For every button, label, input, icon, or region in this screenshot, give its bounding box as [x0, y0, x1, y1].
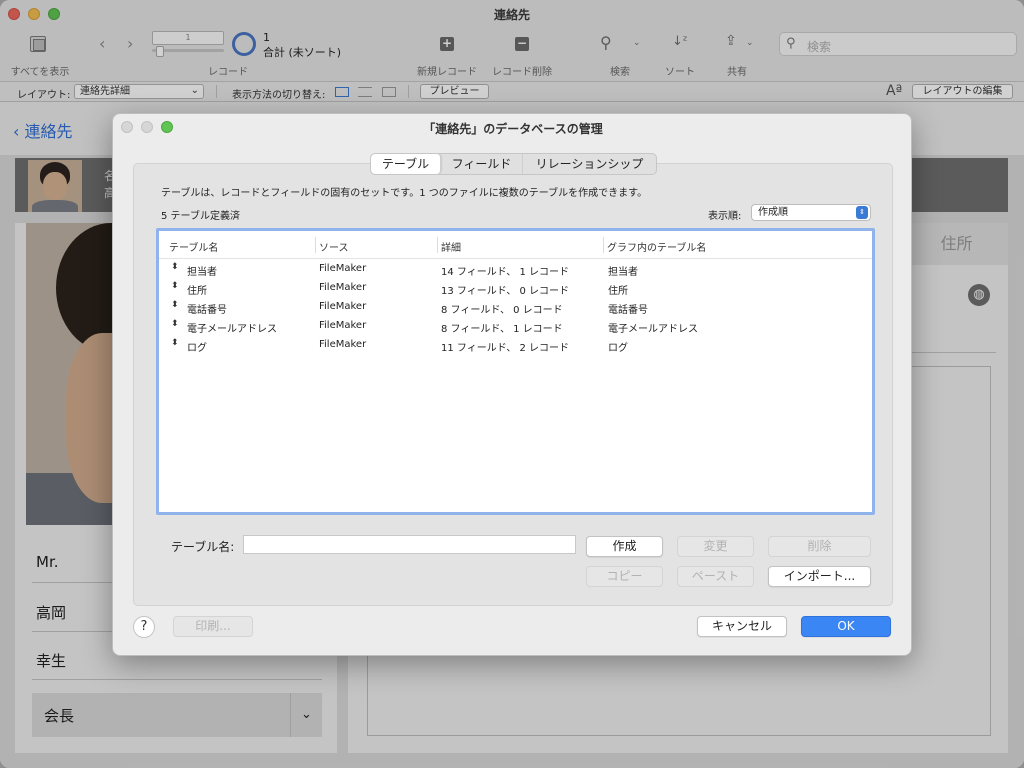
dialog-title: 「連絡先」のデータベースの管理 [423, 122, 603, 136]
order-label: 表示順: [708, 211, 742, 222]
delete-button[interactable]: 削除 [768, 536, 871, 557]
import-button[interactable]: インポート... [768, 566, 871, 587]
row-details: 14 フィールド、 1 レコード [441, 267, 570, 278]
table-row[interactable]: ⬍ ログ FileMaker 11 フィールド、 2 レコード ログ [159, 336, 872, 355]
copy-button[interactable]: コピー [586, 566, 663, 587]
column-header-graph-name[interactable]: グラフ内のテーブル名 [607, 239, 706, 254]
table-row[interactable]: ⬍ 電話番号 FileMaker 8 フィールド、 0 レコード 電話番号 [159, 298, 872, 317]
tab-fields[interactable]: フィールド [441, 154, 523, 174]
row-source: FileMaker [319, 339, 367, 350]
drag-handle-icon[interactable]: ⬍ [171, 338, 179, 348]
change-button[interactable]: 変更 [677, 536, 754, 557]
row-table-name: 住所 [187, 286, 207, 297]
column-header-details[interactable]: 詳細 [441, 239, 461, 254]
column-header-name[interactable]: テーブル名 [169, 239, 218, 254]
row-table-name: 担当者 [187, 267, 217, 278]
table-count: 5 テーブル定義済 [161, 211, 240, 222]
row-graph-name: 住所 [608, 286, 628, 297]
table-row[interactable]: ⬍ 住所 FileMaker 13 フィールド、 0 レコード 住所 [159, 279, 872, 298]
column-separator [603, 237, 604, 253]
ok-button[interactable]: OK [801, 616, 891, 637]
row-table-name: 電子メールアドレス [187, 324, 277, 335]
row-details: 8 フィールド、 1 レコード [441, 324, 563, 335]
order-select-value: 作成順 [758, 207, 788, 218]
row-graph-name: 担当者 [608, 267, 638, 278]
manage-database-dialog: 「連絡先」のデータベースの管理 テーブル フィールド リレーションシップ テーブ… [112, 113, 912, 656]
row-table-name: 電話番号 [187, 305, 227, 316]
row-graph-name: 電話番号 [608, 305, 648, 316]
header-divider [159, 258, 872, 259]
drag-handle-icon[interactable]: ⬍ [171, 262, 179, 272]
row-source: FileMaker [319, 301, 367, 312]
row-source: FileMaker [319, 282, 367, 293]
tab-relationships[interactable]: リレーションシップ [523, 154, 656, 174]
drag-handle-icon[interactable]: ⬍ [171, 281, 179, 291]
column-separator [437, 237, 438, 253]
column-header-source[interactable]: ソース [319, 239, 349, 254]
column-separator [315, 237, 316, 253]
tab-tables[interactable]: テーブル [371, 154, 441, 174]
row-source: FileMaker [319, 263, 367, 274]
row-details: 13 フィールド、 0 レコード [441, 286, 570, 297]
row-source: FileMaker [319, 320, 367, 331]
help-button[interactable]: ? [133, 616, 155, 638]
description-text: テーブルは、レコードとフィールドの固有のセットです。1 つのファイルに複数のテー… [161, 188, 648, 199]
create-button[interactable]: 作成 [586, 536, 663, 557]
tables-list[interactable]: テーブル名 ソース 詳細 グラフ内のテーブル名 ⬍ 担当者 FileMaker … [156, 228, 875, 515]
paste-button[interactable]: ペースト [677, 566, 754, 587]
tab-bar: テーブル フィールド リレーションシップ [370, 153, 657, 175]
app-window: 連絡先 すべてを表示 ‹ › 1 1 合計 (未ソート) レコード + 新規レコ… [0, 0, 1024, 768]
row-table-name: ログ [187, 343, 207, 354]
table-row[interactable]: ⬍ 担当者 FileMaker 14 フィールド、 1 レコード 担当者 [159, 260, 872, 279]
row-graph-name: ログ [608, 343, 628, 354]
updown-chevron-icon: ⇕ [856, 206, 868, 219]
row-details: 11 フィールド、 2 レコード [441, 343, 570, 354]
row-details: 8 フィールド、 0 レコード [441, 305, 563, 316]
print-button[interactable]: 印刷... [173, 616, 253, 637]
drag-handle-icon[interactable]: ⬍ [171, 319, 179, 329]
row-graph-name: 電子メールアドレス [608, 324, 698, 335]
table-name-input[interactable] [243, 535, 576, 554]
table-row[interactable]: ⬍ 電子メールアドレス FileMaker 8 フィールド、 1 レコード 電子… [159, 317, 872, 336]
table-name-label: テーブル名: [171, 540, 235, 554]
drag-handle-icon[interactable]: ⬍ [171, 300, 179, 310]
order-select[interactable]: 作成順 ⇕ [751, 204, 871, 221]
cancel-button[interactable]: キャンセル [697, 616, 787, 637]
